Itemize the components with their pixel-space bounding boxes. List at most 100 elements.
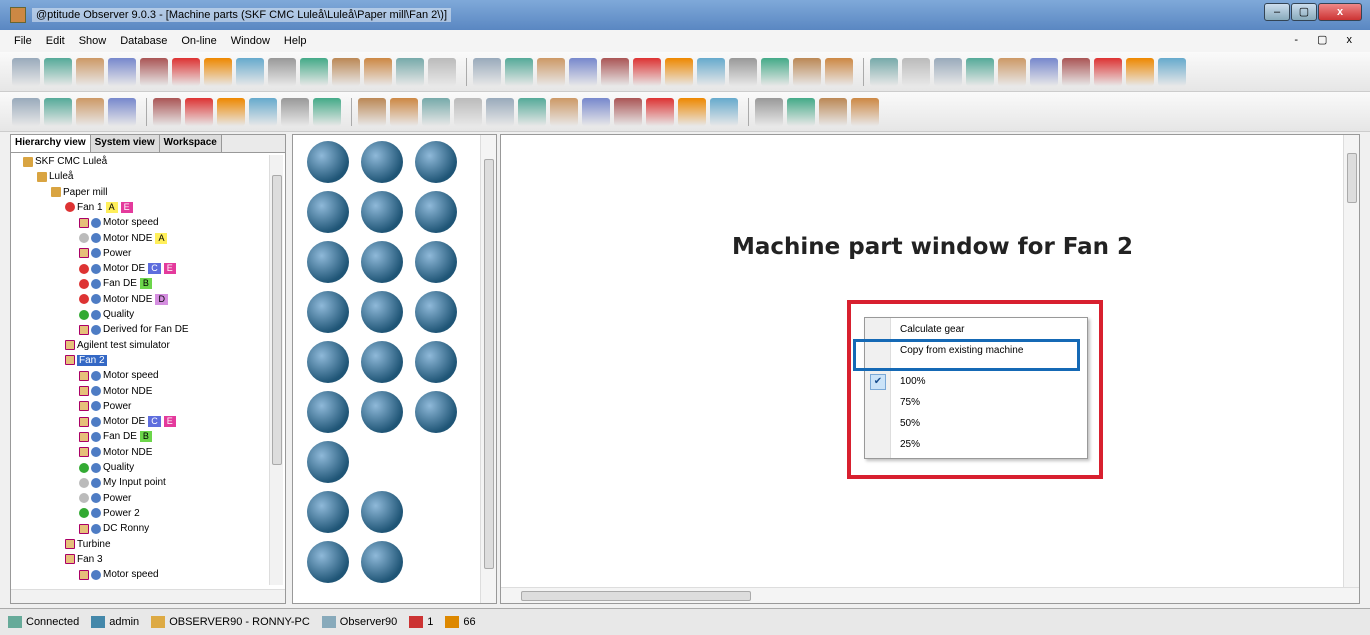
toolbar-button-icon[interactable] [761, 57, 789, 86]
machine-part-icon[interactable] [361, 541, 403, 583]
machine-part-icon[interactable] [415, 191, 457, 233]
toolbar-button-icon[interactable] [697, 57, 725, 86]
toolbar-button-icon[interactable] [204, 57, 232, 86]
toolbar-button-icon[interactable] [665, 57, 693, 86]
toolbar-button-icon[interactable] [755, 97, 783, 126]
scroll-thumb[interactable] [484, 159, 494, 569]
toolbar-button-icon[interactable] [76, 57, 104, 86]
toolbar-button-icon[interactable] [473, 57, 501, 86]
toolbar-button-icon[interactable] [825, 57, 853, 86]
tree-item[interactable]: Fan DE B [79, 277, 152, 290]
toolbar-button-icon[interactable] [819, 97, 847, 126]
toolbar-button-icon[interactable] [428, 57, 456, 86]
machine-part-icon[interactable] [415, 291, 457, 333]
toolbar-button-icon[interactable] [678, 97, 706, 126]
toolbar-button-icon[interactable] [390, 97, 418, 126]
machine-part-icon[interactable] [361, 241, 403, 283]
toolbar-button-icon[interactable] [281, 97, 309, 126]
toolbar-button-icon[interactable] [358, 97, 386, 126]
tab-hierarchy-view[interactable]: Hierarchy view [11, 135, 91, 152]
toolbar-button-icon[interactable] [44, 97, 72, 126]
tree-item[interactable]: Motor NDE D [79, 293, 168, 306]
tree-item[interactable]: Quality [79, 461, 134, 474]
tree-item[interactable]: Derived for Fan DE [79, 323, 189, 336]
menu-item-25[interactable]: 25% [900, 439, 920, 450]
tree-item[interactable]: Fan 3 [65, 553, 103, 566]
toolbar-button-icon[interactable] [1126, 57, 1154, 86]
toolbar-button-icon[interactable] [902, 57, 930, 86]
toolbar-button-icon[interactable] [851, 97, 879, 126]
tree-item[interactable]: Motor NDE A [79, 232, 168, 245]
menu-edit[interactable]: Edit [46, 35, 65, 47]
tree-item[interactable]: Fan 2 [65, 354, 107, 367]
toolbar-button-icon[interactable] [646, 97, 674, 126]
machine-part-icon[interactable] [307, 391, 349, 433]
machine-part-icon[interactable] [307, 491, 349, 533]
tree-item[interactable]: Agilent test simulator [65, 339, 170, 352]
toolbar-button-icon[interactable] [518, 97, 546, 126]
toolbar-button-icon[interactable] [537, 57, 565, 86]
tree-item[interactable]: Motor NDE [79, 446, 152, 459]
machine-part-icon[interactable] [307, 541, 349, 583]
machine-part-icon[interactable] [361, 491, 403, 533]
menu-file[interactable]: File [14, 35, 32, 47]
menu-item-calculate-gear[interactable]: Calculate gear [900, 324, 964, 335]
tree-item[interactable]: Paper mill [51, 186, 107, 199]
tree-item[interactable]: Motor DE C E [79, 262, 176, 275]
machine-part-icon[interactable] [307, 441, 349, 483]
toolbar-button-icon[interactable] [300, 57, 328, 86]
menu-window[interactable]: Window [231, 35, 270, 47]
tree-item[interactable]: Motor speed [79, 568, 159, 581]
toolbar-button-icon[interactable] [934, 57, 962, 86]
tree-item[interactable]: Quality [79, 308, 134, 321]
tree-item[interactable]: Turbine [65, 538, 111, 551]
toolbar-button-icon[interactable] [966, 57, 994, 86]
toolbar-button-icon[interactable] [268, 57, 296, 86]
menu-item-75[interactable]: 75% [900, 397, 920, 408]
tree-item[interactable]: Luleå [37, 170, 73, 183]
toolbar-button-icon[interactable] [569, 57, 597, 86]
tree-item[interactable]: Power [79, 247, 131, 260]
toolbar-button-icon[interactable] [1030, 57, 1058, 86]
toolbar-button-icon[interactable] [505, 57, 533, 86]
machine-part-icon[interactable] [307, 241, 349, 283]
menu-item-100[interactable]: 100% [900, 376, 926, 387]
machine-part-icon[interactable] [361, 341, 403, 383]
toolbar-button-icon[interactable] [614, 97, 642, 126]
toolbar-button-icon[interactable] [217, 97, 245, 126]
toolbar-button-icon[interactable] [1062, 57, 1090, 86]
toolbar-button-icon[interactable] [422, 97, 450, 126]
tree-item[interactable]: My Input point [79, 476, 166, 489]
menu-help[interactable]: Help [284, 35, 307, 47]
toolbar-button-icon[interactable] [710, 97, 738, 126]
close-button[interactable]: x [1318, 3, 1362, 21]
tab-workspace[interactable]: Workspace [159, 135, 222, 152]
toolbar-button-icon[interactable] [1094, 57, 1122, 86]
machine-part-icon[interactable] [307, 341, 349, 383]
menu-item-50[interactable]: 50% [900, 418, 920, 429]
scroll-thumb[interactable] [272, 175, 282, 465]
toolbar-button-icon[interactable] [364, 57, 392, 86]
toolbar-button-icon[interactable] [249, 97, 277, 126]
toolbar-button-icon[interactable] [1158, 57, 1186, 86]
toolbar-button-icon[interactable] [486, 97, 514, 126]
toolbar-button-icon[interactable] [396, 57, 424, 86]
toolbar-button-icon[interactable] [582, 97, 610, 126]
tree-item[interactable]: Motor NDE [79, 385, 152, 398]
machine-part-icon[interactable] [361, 291, 403, 333]
tree-horizontal-scrollbar[interactable] [11, 589, 285, 603]
minimize-button[interactable]: – [1264, 3, 1290, 21]
machine-part-icon[interactable] [307, 191, 349, 233]
tree-item[interactable]: Motor DE C E [79, 415, 176, 428]
tree-vertical-scrollbar[interactable] [269, 155, 283, 585]
machine-part-icon[interactable] [307, 291, 349, 333]
machine-part-icon[interactable] [361, 391, 403, 433]
machine-part-icon[interactable] [415, 241, 457, 283]
toolbar-button-icon[interactable] [236, 57, 264, 86]
toolbar-button-icon[interactable] [108, 57, 136, 86]
main-vertical-scrollbar[interactable] [1343, 135, 1359, 603]
tree-item[interactable]: DC Ronny [79, 522, 149, 535]
toolbar-button-icon[interactable] [12, 57, 40, 86]
toolbar-button-icon[interactable] [108, 97, 136, 126]
menu-database[interactable]: Database [120, 35, 167, 47]
